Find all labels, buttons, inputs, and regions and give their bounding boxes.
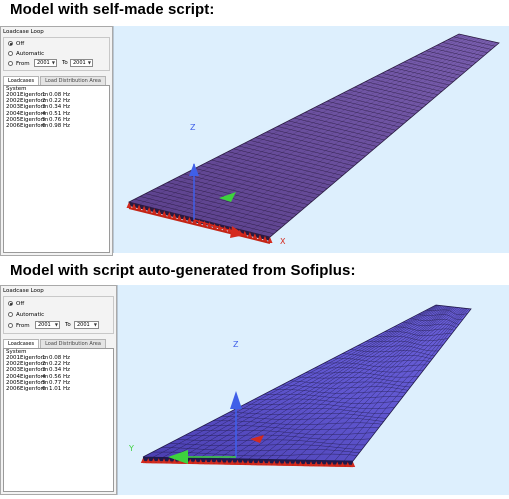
list-item[interactable]: 2006 Eigenform 6 0.98 Hz bbox=[4, 123, 109, 129]
from-combo[interactable]: 2001 ▼ bbox=[34, 59, 57, 67]
list-item[interactable]: 2006 Eigenform 6 1.01 Hz bbox=[4, 386, 113, 392]
y-axis-label: Y bbox=[128, 444, 134, 453]
to-label: To bbox=[65, 322, 71, 328]
mesh-line bbox=[209, 38, 482, 223]
radio-automatic[interactable]: Automatic bbox=[8, 310, 44, 319]
loadcase-number: 6 bbox=[42, 123, 46, 130]
to-combo-value: 2001 bbox=[73, 60, 86, 66]
loadcase-id: 2006 bbox=[6, 123, 20, 130]
radio-automatic-indicator[interactable] bbox=[8, 312, 13, 317]
radio-from-label: From bbox=[16, 60, 30, 67]
loadcase-list[interactable]: System 2001 Eigenform 1 0.08 Hz 2002 Eigenfo… bbox=[3, 85, 110, 253]
loadcase-list[interactable]: System 2001 Eigenform 1 0.08 Hz 2002 Eigenfo… bbox=[3, 348, 114, 492]
radio-from[interactable]: From bbox=[8, 59, 30, 68]
top-heading: Model with self-made script: bbox=[10, 1, 215, 18]
to-combo-value: 2001 bbox=[77, 322, 90, 328]
radio-from-indicator[interactable] bbox=[8, 61, 13, 66]
radio-from[interactable]: From bbox=[8, 321, 30, 330]
chevron-down-icon[interactable]: ▼ bbox=[55, 322, 58, 328]
loadcase-frequency: 0.98 Hz bbox=[49, 123, 71, 130]
loadcase-name: Eigenform bbox=[20, 386, 49, 393]
radio-automatic-indicator[interactable] bbox=[8, 51, 13, 56]
loadcase-loop-group: Off Automatic From 2001 ▼ To 2001 ▼ bbox=[3, 296, 114, 334]
loadcase-id: 2006 bbox=[6, 386, 20, 393]
radio-off[interactable]: Off bbox=[8, 39, 24, 48]
mesh-render-bottom: Z Y bbox=[128, 304, 472, 468]
tab-load-distribution-area[interactable]: Load Distribution Area bbox=[40, 76, 106, 85]
mesh-line bbox=[189, 37, 477, 218]
loadcase-loop-title: Loadcase Loop bbox=[3, 288, 44, 294]
radio-off-label: Off bbox=[16, 300, 25, 307]
mesh-line bbox=[199, 38, 480, 220]
to-label: To bbox=[62, 60, 68, 66]
to-combo[interactable]: 2001 ▼ bbox=[70, 59, 93, 67]
to-combo[interactable]: 2001 ▼ bbox=[74, 321, 99, 329]
radio-off-indicator[interactable] bbox=[8, 41, 13, 46]
mesh-line bbox=[219, 39, 485, 225]
loadcase-panel-bottom: Loadcase Loop Off Automatic From 2001 ▼ … bbox=[0, 285, 117, 495]
chevron-down-icon[interactable]: ▼ bbox=[52, 60, 55, 66]
z-axis-arrowhead bbox=[230, 391, 242, 409]
loadcase-name: Eigenform bbox=[20, 123, 49, 130]
panel-tabs: Loadcases Load Distribution Area bbox=[3, 339, 107, 348]
chevron-down-icon[interactable]: ▼ bbox=[94, 322, 97, 328]
radio-automatic[interactable]: Automatic bbox=[8, 49, 44, 58]
model-viewport-top[interactable]: Z X bbox=[113, 26, 509, 253]
bottom-heading: Model with script auto-generated from So… bbox=[10, 262, 356, 279]
radio-off-indicator[interactable] bbox=[8, 301, 13, 306]
radio-from-label: From bbox=[16, 322, 30, 329]
tab-loadcases[interactable]: Loadcases bbox=[3, 76, 40, 85]
radio-off[interactable]: Off bbox=[8, 299, 24, 308]
tab-loadcases[interactable]: Loadcases bbox=[3, 339, 40, 348]
loadcase-loop-title: Loadcase Loop bbox=[3, 29, 44, 35]
z-axis-label: Z bbox=[190, 123, 196, 132]
slab-surface bbox=[142, 304, 472, 462]
loadcase-frequency: 1.01 Hz bbox=[49, 386, 71, 393]
model-viewport-bottom[interactable]: Z Y bbox=[117, 285, 509, 495]
from-combo-value: 2001 bbox=[38, 322, 51, 328]
mesh-render-top: Z X bbox=[126, 33, 500, 246]
radio-automatic-label: Automatic bbox=[16, 311, 45, 318]
from-combo[interactable]: 2001 ▼ bbox=[35, 321, 60, 329]
radio-from-indicator[interactable] bbox=[8, 323, 13, 328]
radio-automatic-label: Automatic bbox=[16, 50, 45, 57]
loadcase-number: 6 bbox=[42, 386, 46, 393]
radio-off-label: Off bbox=[16, 40, 25, 47]
panel-tabs: Loadcases Load Distribution Area bbox=[3, 76, 107, 85]
z-axis-label: Z bbox=[233, 340, 239, 349]
loadcase-panel-top: Loadcase Loop Off Automatic From 2001 ▼ … bbox=[0, 26, 113, 256]
x-axis-label: X bbox=[280, 237, 286, 246]
loadcase-loop-group: Off Automatic From 2001 ▼ To 2001 ▼ bbox=[3, 37, 110, 71]
tab-load-distribution-area[interactable]: Load Distribution Area bbox=[40, 339, 106, 348]
chevron-down-icon[interactable]: ▼ bbox=[88, 60, 91, 66]
from-combo-value: 2001 bbox=[37, 60, 50, 66]
